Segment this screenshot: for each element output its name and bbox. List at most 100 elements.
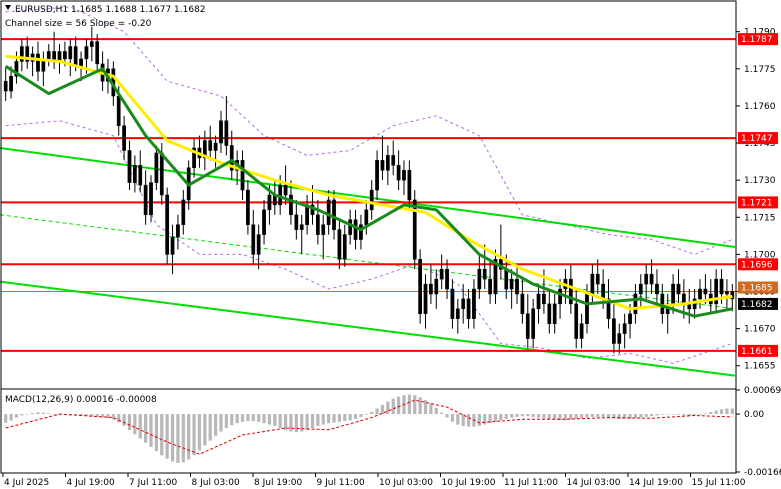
level-tag-label: 1.1787 [741,35,773,45]
macd-histogram-bar [483,414,487,425]
candle-body [590,273,595,295]
candle-body [224,120,229,146]
channel-info: Channel size = 56 Slope = -0.20 [5,19,152,29]
candle-body [585,293,589,324]
candle-body [95,41,100,65]
candle-body [208,140,213,151]
candle-body [385,155,390,171]
candle-body [332,199,336,230]
macd-histogram-bar [466,414,471,427]
candle-body [418,259,422,315]
candle-body [294,214,299,230]
candle-body [283,184,288,196]
time-tick-label: 14 Jul 03:00 [567,478,621,488]
candle-body [213,142,218,151]
candle-body [359,224,363,240]
candle-body [127,150,132,183]
macd-histogram-bar [682,414,686,416]
candle-body [133,165,137,183]
candle-body [256,234,261,255]
price-tag-label: 1.1685 [741,284,773,294]
candle-body [698,288,702,300]
candle-body [116,95,121,126]
candle-body [628,313,632,324]
candle-body [289,194,293,216]
candle-body [170,236,175,255]
macd-histogram-bar [294,414,298,433]
macd-histogram-bar [117,414,121,423]
candle-body [73,46,78,67]
macd-histogram-bar [240,414,245,422]
macd-histogram-bar [160,414,164,456]
candle-body [655,283,659,295]
candle-body [703,288,708,295]
macd-tick-label: -0.00166 [744,468,781,478]
candle-body [9,75,13,92]
candle-body [579,323,584,339]
macd-histogram-bar [445,414,449,418]
candle-body [326,199,331,225]
macd-histogram-bar [262,414,266,424]
candle-body [671,283,675,305]
macd-histogram-bar [138,414,142,439]
time-tick-label: 7 Jul 11:00 [129,478,178,488]
candle-body [612,318,616,344]
time-tick-label: 4 Jul 19:00 [67,478,116,488]
candle-body [84,46,89,60]
time-tick-label: 9 Jul 11:00 [317,478,366,488]
macd-histogram-bar [434,407,438,415]
candle-body [267,194,272,211]
macd-histogram-bar [230,414,234,426]
macd-histogram-bar [639,414,643,418]
price-tag-label: 1.1682 [741,300,773,310]
macd-histogram-bar [165,414,169,459]
time-tick-label: 15 Jul 11:00 [692,478,746,488]
candle-body [122,125,126,151]
candle-body [342,234,347,260]
price-chart: 1.17901.17751.17601.17451.17301.17151.17… [0,0,781,489]
macd-histogram-bar [170,414,175,462]
candle-body [262,209,266,235]
macd-histogram-bar [224,414,228,429]
macd-histogram-bar [251,414,255,422]
candle-body [558,288,562,305]
macd-histogram-bar [660,414,664,415]
macd-histogram-bar [144,414,148,443]
macd-histogram-bar [585,414,589,418]
macd-histogram-bar [703,413,708,415]
macd-histogram-bar [542,414,546,419]
macd-histogram-bar [310,414,315,429]
macd-tick-label: 0.00 [744,410,764,420]
macd-histogram-bar [671,414,675,415]
candle-body [617,333,622,344]
macd-histogram-bar [343,414,347,422]
candle-body [574,303,579,339]
candle-body [488,278,492,295]
time-tick-label: 11 Jul 11:00 [504,478,558,488]
macd-tick-label: 0.00069 [744,386,781,396]
candle-body [79,58,83,67]
candle-body [89,41,94,47]
candle-body [601,283,605,300]
candle-body [138,165,143,186]
candle-body [461,298,466,310]
macd-histogram-bar [353,414,358,419]
macd-histogram-bar [305,414,309,431]
macd-histogram-bar [606,414,611,418]
candle-body [246,189,250,225]
macd-histogram-bar [477,414,481,426]
macd-histogram-bar [321,414,325,425]
candle-body [321,224,326,235]
macd-histogram-bar [676,414,681,415]
candle-body [595,273,600,285]
candle-body [337,229,342,260]
macd-histogram-bar [536,414,541,418]
macd-histogram-bar [337,414,342,422]
macd-histogram-bar [515,414,519,417]
candle-body [536,293,541,310]
macd-histogram-bar [413,395,417,415]
macd-histogram-bar [111,414,115,420]
candle-body [149,182,153,216]
macd-histogram-bar [187,414,191,460]
candle-body [531,308,536,339]
